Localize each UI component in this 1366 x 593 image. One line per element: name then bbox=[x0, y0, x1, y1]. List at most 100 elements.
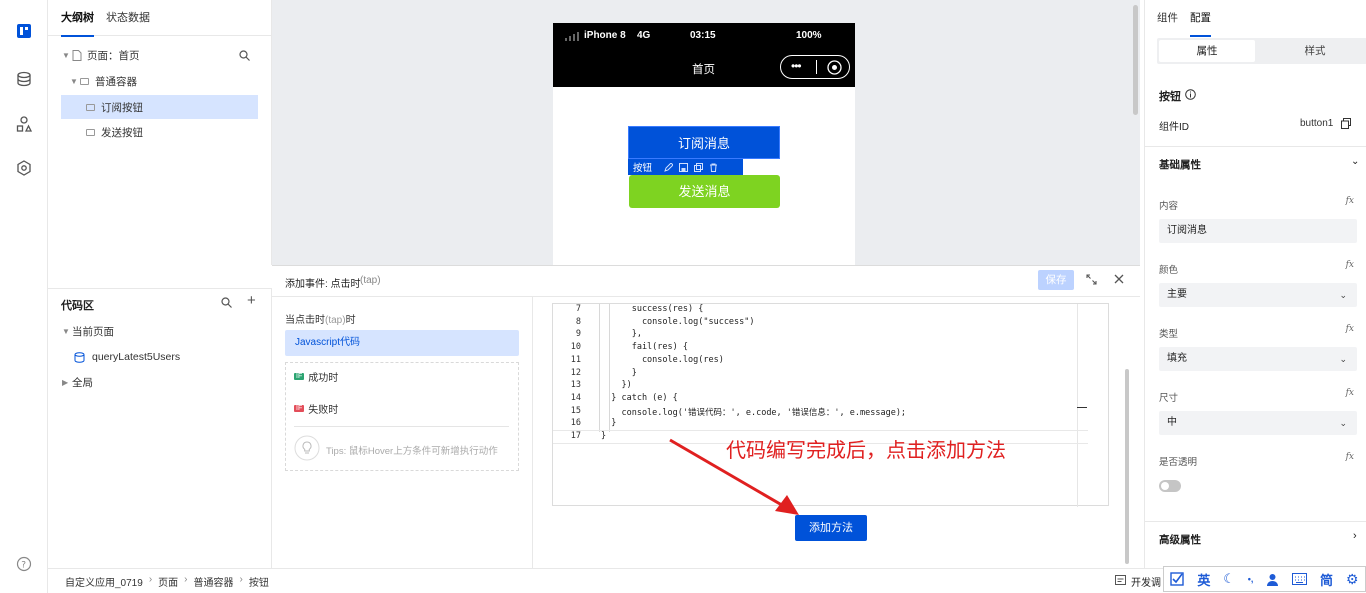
fx-icon[interactable]: fx bbox=[1346, 452, 1354, 462]
tab-config[interactable]: 配置 bbox=[1190, 0, 1211, 37]
ime-settings-gear-icon[interactable]: ⚙ bbox=[1346, 571, 1359, 588]
type-select[interactable]: 填充 ⌄ bbox=[1159, 347, 1357, 371]
action-javascript-code[interactable]: Javascript代码 bbox=[285, 330, 519, 356]
database-icon[interactable] bbox=[13, 68, 35, 90]
help-icon[interactable]: ? bbox=[13, 553, 35, 575]
punctuation-icon[interactable]: •, bbox=[1248, 574, 1254, 584]
tab-state-data[interactable]: 状态数据 bbox=[106, 0, 150, 36]
phone-status-nav-bar: iPhone 8 4G 03:15 100% 首页 ••• bbox=[553, 23, 855, 87]
save-button[interactable]: 保存 bbox=[1038, 270, 1074, 290]
user-icon[interactable] bbox=[1266, 573, 1279, 586]
tab-outline-tree[interactable]: 大纲树 bbox=[61, 0, 94, 37]
tree-node-page[interactable]: ▼ 页面：首页 bbox=[62, 43, 258, 67]
fx-icon[interactable]: fx bbox=[1346, 196, 1354, 206]
canvas-scrollbar[interactable] bbox=[1133, 5, 1138, 115]
content-input[interactable]: 订阅消息 bbox=[1159, 219, 1357, 243]
size-select[interactable]: 中 ⌄ bbox=[1159, 411, 1357, 435]
caret-down-icon[interactable]: ▼ bbox=[62, 327, 72, 336]
caret-down-icon[interactable]: ▼ bbox=[70, 77, 80, 86]
left-icon-rail: ? bbox=[0, 0, 48, 593]
send-message-button[interactable]: 发送消息 bbox=[629, 175, 780, 208]
if-badge: IF bbox=[294, 405, 305, 412]
components-icon[interactable] bbox=[13, 113, 35, 135]
fx-icon[interactable]: fx bbox=[1346, 388, 1354, 398]
chevron-right-icon[interactable]: › bbox=[1353, 530, 1357, 542]
tree-node-global[interactable]: ▶ 全局 bbox=[62, 370, 93, 394]
add-method-button[interactable]: 添加方法 bbox=[795, 515, 867, 541]
outline-tabs: 大纲树 状态数据 bbox=[48, 0, 271, 37]
code-line[interactable]: } catch (e) { bbox=[601, 393, 678, 403]
ime-mode[interactable]: 简 bbox=[1320, 570, 1333, 589]
fx-icon[interactable]: fx bbox=[1346, 260, 1354, 270]
moon-icon[interactable]: ☾ bbox=[1223, 571, 1235, 587]
code-line[interactable]: }) bbox=[601, 380, 631, 390]
type-select-value: 填充 bbox=[1167, 353, 1187, 364]
segment-styles[interactable]: 样式 bbox=[1267, 40, 1363, 62]
ime-check-icon[interactable] bbox=[1170, 572, 1185, 586]
caret-right-icon[interactable]: ▶ bbox=[62, 378, 72, 387]
settings-hexagon-icon[interactable] bbox=[13, 157, 35, 179]
console-icon[interactable] bbox=[1115, 575, 1126, 585]
segment-attributes[interactable]: 属性 bbox=[1159, 40, 1255, 62]
more-dots-icon[interactable]: ••• bbox=[791, 59, 802, 73]
capsule-menu[interactable]: ••• bbox=[780, 55, 850, 79]
color-label: 颜色 bbox=[1159, 265, 1179, 276]
code-line[interactable]: console.log(res) bbox=[601, 355, 724, 365]
button-component-icon bbox=[86, 103, 95, 111]
network-label: 4G bbox=[637, 30, 651, 41]
search-icon[interactable] bbox=[221, 297, 232, 308]
basic-section-title[interactable]: 基础属性 bbox=[1159, 157, 1201, 172]
fx-icon[interactable]: fx bbox=[1346, 324, 1354, 334]
add-icon[interactable]: + bbox=[247, 292, 256, 309]
tab-components[interactable]: 组件 bbox=[1157, 0, 1178, 36]
capsule-divider bbox=[816, 60, 817, 74]
chevron-down-icon[interactable]: ⌄ bbox=[1351, 156, 1359, 167]
tree-node-container[interactable]: ▼ 普通容器 bbox=[70, 69, 258, 93]
save-icon[interactable] bbox=[679, 162, 689, 172]
edit-icon[interactable] bbox=[664, 162, 674, 172]
dev-debug-label[interactable]: 开发调 bbox=[1131, 574, 1161, 589]
line-number: 10 bbox=[570, 342, 581, 353]
event-scrollbar[interactable] bbox=[1125, 369, 1129, 564]
transparent-toggle[interactable] bbox=[1159, 480, 1181, 492]
breadcrumb-item[interactable]: 普通容器 bbox=[194, 574, 234, 589]
code-line[interactable]: fail(res) { bbox=[601, 342, 688, 352]
code-line[interactable]: console.log("success") bbox=[601, 317, 755, 327]
breadcrumb-item[interactable]: 按钮 bbox=[249, 574, 269, 589]
code-line[interactable]: } bbox=[601, 368, 637, 378]
size-label: 尺寸 bbox=[1159, 393, 1179, 404]
subscribe-message-button[interactable]: 订阅消息 bbox=[628, 126, 780, 159]
code-editor[interactable]: 7 success(res) {8 console.log("success")… bbox=[552, 303, 1109, 507]
info-icon[interactable] bbox=[1185, 89, 1196, 100]
code-line[interactable]: } bbox=[601, 431, 606, 441]
tree-node-send-button[interactable]: 发送按钮 bbox=[61, 120, 258, 144]
tree-node-subscribe-button[interactable]: 订阅按钮 bbox=[61, 95, 258, 119]
copy-icon[interactable] bbox=[694, 162, 704, 172]
copy-icon[interactable] bbox=[1341, 118, 1351, 129]
code-line[interactable]: console.log('错误代码：', e.code, '错误信息：', e.… bbox=[601, 406, 906, 418]
color-select[interactable]: 主要 ⌄ bbox=[1159, 283, 1357, 307]
delete-icon[interactable] bbox=[709, 163, 718, 172]
annotation-text: 代码编写完成后，点击添加方法 bbox=[726, 440, 1006, 462]
ime-language[interactable]: 英 bbox=[1197, 570, 1210, 589]
outline-icon[interactable] bbox=[13, 20, 35, 42]
caret-down-icon[interactable]: ▼ bbox=[62, 51, 72, 60]
code-line[interactable]: success(res) { bbox=[601, 304, 704, 314]
tree-node-query[interactable]: queryLatest5Users bbox=[74, 345, 180, 369]
code-line[interactable]: }, bbox=[601, 329, 642, 339]
advanced-section-title[interactable]: 高级属性 bbox=[1159, 532, 1201, 547]
segment-control: 属性 样式 bbox=[1157, 38, 1366, 64]
selection-toolbar: 按钮 bbox=[628, 159, 743, 175]
branch-fail[interactable]: IF 失败时 bbox=[294, 401, 338, 416]
trigger-label-text: 当点击时 bbox=[285, 315, 325, 326]
branch-success[interactable]: IF 成功时 bbox=[294, 369, 338, 384]
close-icon[interactable] bbox=[1114, 274, 1124, 284]
close-miniapp-icon[interactable] bbox=[827, 60, 842, 75]
code-line[interactable]: } bbox=[601, 418, 616, 428]
keyboard-icon[interactable] bbox=[1292, 573, 1308, 585]
expand-icon[interactable] bbox=[1086, 274, 1097, 285]
breadcrumb-item[interactable]: 自定义应用_0719 bbox=[65, 574, 143, 589]
tree-node-current-page[interactable]: ▼ 当前页面 bbox=[62, 319, 114, 343]
breadcrumb-item[interactable]: 页面 bbox=[158, 574, 178, 589]
search-icon[interactable] bbox=[239, 50, 250, 61]
